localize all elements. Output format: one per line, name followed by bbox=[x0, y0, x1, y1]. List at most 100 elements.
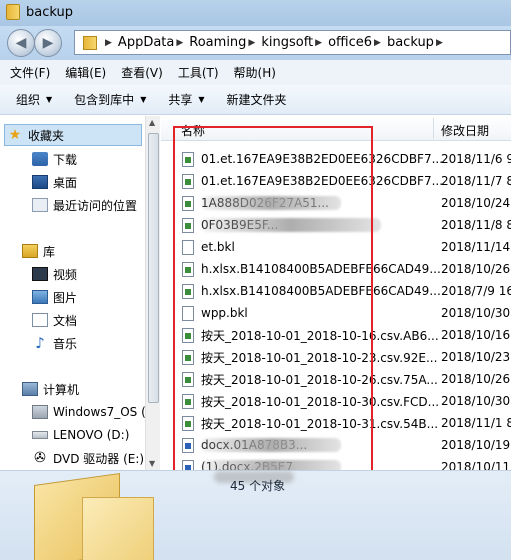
file-row[interactable]: 0F03B9E5F...2018/11/8 8 bbox=[161, 214, 511, 236]
chevron-right-icon[interactable]: ▶ bbox=[105, 38, 112, 48]
file-row[interactable]: 按天_2018-10-01_2018-10-26.csv.75A... 2018/… bbox=[161, 368, 511, 390]
sidebar-item-downloads[interactable]: 下载 bbox=[32, 148, 77, 170]
breadcrumb-item[interactable]: AppData bbox=[118, 35, 174, 50]
file-row[interactable]: 按天_2018-10-01_2018-10-23.csv.92E... 2018/… bbox=[161, 346, 511, 368]
menu-bar: 文件(F) 编辑(E) 查看(V) 工具(T) 帮助(H) bbox=[0, 60, 511, 85]
spreadsheet-file-icon bbox=[182, 283, 194, 299]
file-row[interactable]: 01.et.167EA9E38B2ED0EE6326CDBF7... 2018/1… bbox=[161, 148, 511, 170]
navigation-pane: ★ 收藏夹 下载 桌面 最近访问的位置 库 视频 图片 文档 ♪ 音乐 计算机 … bbox=[0, 116, 160, 470]
spreadsheet-file-icon bbox=[182, 415, 194, 431]
include-in-library-label: 包含到库中 bbox=[74, 93, 135, 107]
file-row[interactable]: docx.01A878B3...2018/10/19 bbox=[161, 434, 511, 456]
menu-tools[interactable]: 工具(T) bbox=[178, 64, 219, 81]
sidebar-item-computer[interactable]: 计算机 bbox=[22, 378, 79, 400]
file-row[interactable]: h.xlsx.B14108400B5ADEBFE66CAD49... 2018/7… bbox=[161, 280, 511, 302]
folder-icon bbox=[6, 4, 20, 20]
chevron-right-icon[interactable]: ▶ bbox=[315, 38, 322, 48]
sidebar-item-label: 音乐 bbox=[53, 336, 78, 351]
sidebar-item-desktop[interactable]: 桌面 bbox=[32, 171, 77, 193]
file-row[interactable]: 01.et.167EA9E38B2ED0EE6326CDBF7... 2018/1… bbox=[161, 170, 511, 192]
file-icon bbox=[182, 305, 194, 321]
dvd-drive-icon: ✇ bbox=[34, 450, 46, 466]
scroll-up-icon[interactable]: ▲ bbox=[149, 118, 155, 127]
scroll-down-icon[interactable]: ▼ bbox=[149, 459, 155, 468]
sidebar-item-label: DVD 驱动器 (E:) bbox=[53, 451, 145, 466]
chevron-down-icon: ▼ bbox=[46, 95, 53, 104]
sidebar-item-label: Windows7_OS ( bbox=[53, 405, 146, 419]
menu-file[interactable]: 文件(F) bbox=[10, 64, 50, 81]
breadcrumb-item[interactable]: Roaming bbox=[189, 35, 246, 50]
breadcrumb: ▶ AppData ▶ Roaming ▶ kingsoft ▶ office6 ▶ b… bbox=[103, 35, 449, 50]
sidebar-item-label: 最近访问的位置 bbox=[53, 198, 138, 213]
chevron-down-icon: ▼ bbox=[198, 95, 205, 104]
item-count: 45 个对象 bbox=[230, 479, 286, 493]
breadcrumb-item[interactable]: backup bbox=[387, 35, 434, 50]
chevron-right-icon[interactable]: ▶ bbox=[436, 38, 443, 48]
chevron-right-icon[interactable]: ▶ bbox=[374, 38, 381, 48]
sidebar-item-recent-places[interactable]: 最近访问的位置 bbox=[32, 194, 137, 216]
file-row[interactable]: et.bkl 2018/11/14 bbox=[161, 236, 511, 258]
address-bar[interactable]: ▶ AppData ▶ Roaming ▶ kingsoft ▶ office6 ▶ b… bbox=[74, 30, 511, 55]
sidebar-item-documents[interactable]: 文档 bbox=[32, 309, 77, 331]
folder-icon bbox=[83, 35, 97, 50]
file-icon bbox=[182, 239, 194, 255]
file-date: 2018/10/30 bbox=[441, 306, 511, 320]
file-row[interactable]: (1).docx.2B5E72018/10/11 bbox=[161, 456, 511, 470]
scrollbar-thumb[interactable] bbox=[148, 133, 159, 403]
include-in-library-button[interactable]: 包含到库中 ▼ bbox=[74, 91, 146, 108]
file-date: 2018/10/19 bbox=[441, 438, 511, 452]
chevron-right-icon[interactable]: ▶ bbox=[248, 38, 255, 48]
menu-view[interactable]: 查看(V) bbox=[121, 64, 163, 81]
file-row[interactable]: wpp.bkl 2018/10/30 bbox=[161, 302, 511, 324]
file-name: wpp.bkl bbox=[201, 306, 248, 320]
file-date: 2018/10/24 bbox=[441, 196, 511, 210]
command-bar: 组织 ▼ 包含到库中 ▼ 共享 ▼ 新建文件夹 bbox=[0, 85, 511, 115]
navigation-bar: ◀ ▶ ▶ AppData ▶ Roaming ▶ kingsoft ▶ office… bbox=[0, 26, 511, 60]
menu-help[interactable]: 帮助(H) bbox=[234, 64, 276, 81]
column-name[interactable]: 名称 bbox=[181, 122, 205, 139]
new-folder-label: 新建文件夹 bbox=[226, 93, 287, 107]
file-date: 2018/10/26 bbox=[441, 262, 511, 276]
file-row[interactable]: 按天_2018-10-01_2018-10-30.csv.FCD... 2018/… bbox=[161, 390, 511, 412]
spreadsheet-file-icon bbox=[182, 195, 194, 211]
title-bar: backup bbox=[0, 0, 511, 26]
breadcrumb-item[interactable]: office6 bbox=[328, 35, 372, 50]
word-file-icon bbox=[182, 459, 194, 470]
menu-edit[interactable]: 编辑(E) bbox=[65, 64, 106, 81]
sidebar-item-drive-d[interactable]: LENOVO (D:) bbox=[32, 424, 129, 446]
breadcrumb-item[interactable]: kingsoft bbox=[261, 35, 313, 50]
sidebar-item-label: 视频 bbox=[53, 267, 78, 282]
sidebar-item-dvd-drive[interactable]: ✇ DVD 驱动器 (E:) bbox=[32, 447, 144, 469]
new-folder-button[interactable]: 新建文件夹 bbox=[227, 91, 287, 108]
file-name: 按天_2018-10-01_2018-10-31.csv.54B... bbox=[201, 416, 439, 431]
navigation-scrollbar[interactable]: ▲ ▼ bbox=[145, 116, 160, 470]
sidebar-item-libraries[interactable]: 库 bbox=[22, 240, 55, 262]
file-name: et.bkl bbox=[201, 240, 235, 254]
file-name: 按天_2018-10-01_2018-10-23.csv.92E... bbox=[201, 350, 438, 365]
sidebar-item-pictures[interactable]: 图片 bbox=[32, 286, 77, 308]
file-row[interactable]: 按天_2018-10-01_2018-10-31.csv.54B... 2018/… bbox=[161, 412, 511, 434]
star-icon: ★ bbox=[8, 127, 22, 143]
file-row[interactable]: 按天_2018-10-01_2018-10-16.csv.AB6... 2018/… bbox=[161, 324, 511, 346]
redaction-blur bbox=[201, 218, 381, 232]
file-date: 2018/10/26 bbox=[441, 372, 511, 386]
sidebar-item-drive-c[interactable]: Windows7_OS ( bbox=[32, 401, 146, 423]
sidebar-item-favorites[interactable]: ★ 收藏夹 bbox=[4, 124, 142, 146]
file-date: 2018/10/16 bbox=[441, 328, 511, 342]
sidebar-item-label: 收藏夹 bbox=[28, 128, 65, 143]
column-date-modified[interactable]: 修改日期 bbox=[441, 122, 489, 139]
back-button[interactable]: ◀ bbox=[7, 29, 35, 57]
file-name: h.xlsx.B14108400B5ADEBFE66CAD49... bbox=[201, 262, 441, 276]
recent-places-icon bbox=[32, 198, 48, 212]
window-title: backup bbox=[26, 5, 73, 20]
share-button[interactable]: 共享 ▼ bbox=[168, 91, 204, 108]
chevron-right-icon[interactable]: ▶ bbox=[176, 38, 183, 48]
sidebar-item-videos[interactable]: 视频 bbox=[32, 263, 77, 285]
file-date: 2018/10/11 bbox=[441, 460, 511, 470]
forward-button[interactable]: ▶ bbox=[34, 29, 62, 57]
file-row[interactable]: 1A888D026F27A51...2018/10/24 bbox=[161, 192, 511, 214]
organize-button[interactable]: 组织 ▼ bbox=[16, 91, 52, 108]
column-divider[interactable] bbox=[433, 118, 434, 139]
file-row[interactable]: h.xlsx.B14108400B5ADEBFE66CAD49... 2018/1… bbox=[161, 258, 511, 280]
sidebar-item-music[interactable]: ♪ 音乐 bbox=[32, 332, 77, 354]
